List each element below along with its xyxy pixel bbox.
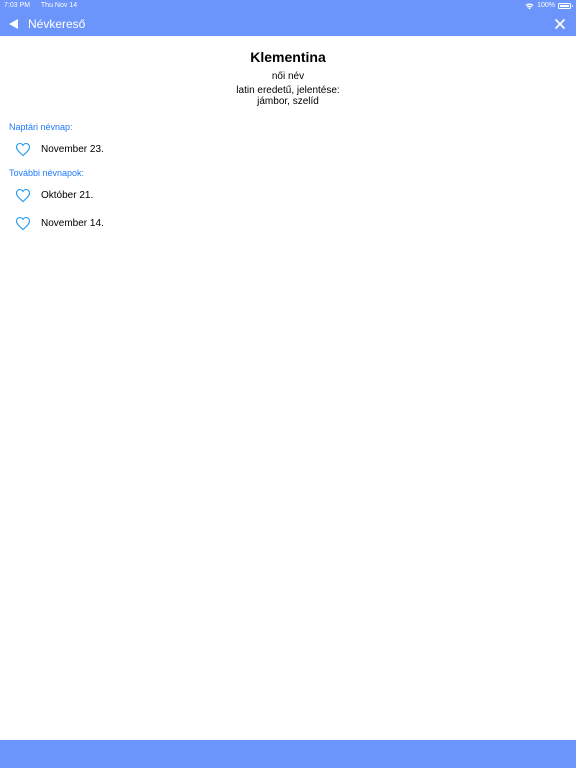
status-date: Thu Nov 14: [40, 2, 78, 9]
status-right: 100%: [525, 0, 573, 12]
back-button[interactable]: Névkereső: [9, 15, 85, 33]
status-bar: 7:03 PM Thu Nov 14 100%: [0, 0, 576, 12]
status-time: 7:03 PM: [4, 2, 31, 9]
status-left: 7:03 PM Thu Nov 14: [4, 0, 86, 12]
other-namedays-label: További névnapok:: [9, 168, 85, 178]
nameday-row[interactable]: Október 21.: [0, 186, 576, 206]
back-label: Névkereső: [28, 17, 86, 31]
calendar-nameday-label: Naptári névnap:: [9, 122, 73, 132]
nav-bar: Névkereső: [0, 12, 576, 36]
name-origin: latin eredetű, jelentése: jámbor, szelíd: [0, 85, 576, 107]
back-arrow-icon: [9, 19, 18, 29]
name-origin-line1: latin eredetű, jelentése:: [236, 85, 340, 96]
battery-percent: 100%: [537, 2, 555, 9]
name-meaning: jámbor, szelíd: [257, 96, 319, 107]
heart-icon[interactable]: [15, 188, 31, 203]
nameday-date: Október 21.: [41, 190, 94, 201]
nameday-row[interactable]: November 23.: [0, 140, 576, 160]
nameday-row[interactable]: November 14.: [0, 214, 576, 234]
heart-icon[interactable]: [15, 142, 31, 157]
name-gender: női név: [271, 71, 305, 82]
close-icon[interactable]: [553, 17, 567, 31]
bottom-bar: [0, 740, 576, 768]
top-header: 7:03 PM Thu Nov 14 100% Névkereső: [0, 0, 576, 36]
battery-icon: [558, 3, 573, 9]
wifi-icon: [525, 3, 534, 9]
heart-icon[interactable]: [15, 216, 31, 231]
nameday-date: November 14.: [41, 218, 104, 229]
name-title: Klementina: [250, 49, 326, 65]
nameday-date: November 23.: [41, 144, 104, 155]
